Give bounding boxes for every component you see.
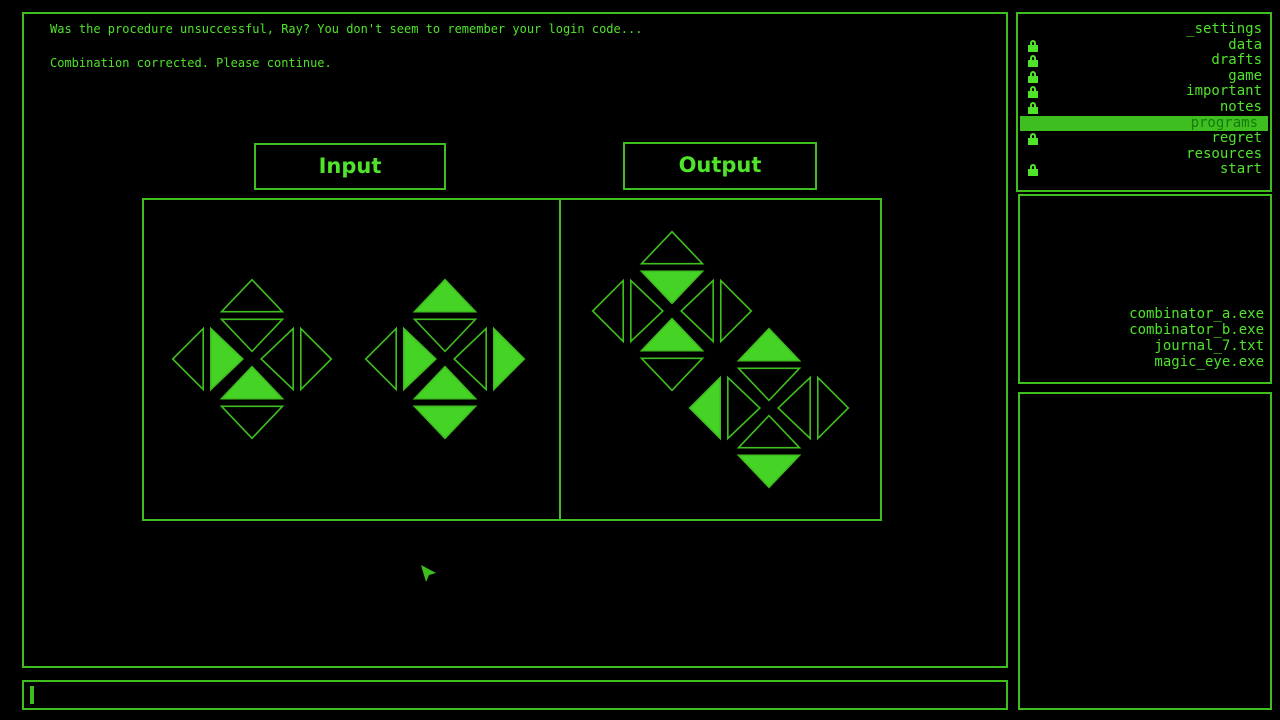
- directory-resources[interactable]: resources: [1186, 146, 1262, 163]
- puzzle-triangle: [719, 278, 753, 344]
- directory-programs[interactable]: programs: [1020, 115, 1268, 132]
- lock-icon: [1028, 70, 1038, 83]
- puzzle-triangle: [816, 375, 850, 441]
- file-list-panel: combinator_a.exe combinator_b.exe journal_…: [1018, 194, 1272, 384]
- file-combinator-a-exe[interactable]: combinator_a.exe: [1129, 306, 1264, 322]
- text-caret: [30, 686, 34, 704]
- puzzle-triangle: [492, 326, 526, 392]
- puzzle-triangle: [219, 278, 285, 313]
- puzzle-triangle: [364, 326, 398, 392]
- command-input[interactable]: [22, 680, 1008, 710]
- lock-icon: [1028, 86, 1038, 99]
- directory-panel: _settings data drafts game important notes pro…: [1016, 12, 1272, 192]
- puzzle-triangle: [299, 326, 333, 392]
- file-journal-7-txt[interactable]: journal_7.txt: [1154, 338, 1264, 354]
- puzzle-triangle: [412, 278, 478, 313]
- directory-notes[interactable]: notes: [1220, 99, 1262, 116]
- puzzle-triangle: [639, 230, 705, 265]
- mouse-pointer-icon: [421, 565, 436, 582]
- lock-icon: [1028, 133, 1038, 146]
- file-magic-eye-exe[interactable]: magic_eye.exe: [1154, 354, 1264, 370]
- preview-panel: [1018, 392, 1272, 710]
- file-combinator-b-exe[interactable]: combinator_b.exe: [1129, 322, 1264, 338]
- puzzle-triangle: [736, 327, 802, 362]
- directory-regret[interactable]: regret: [1211, 131, 1262, 147]
- lock-icon: [1028, 164, 1038, 177]
- lock-icon: [1028, 102, 1038, 114]
- puzzle-triangle: [591, 278, 625, 344]
- puzzle-triangle: [171, 326, 204, 392]
- puzzle-triangle: [736, 454, 802, 489]
- puzzle-triangle: [639, 357, 705, 392]
- puzzle-triangle: [219, 405, 285, 440]
- directory-game[interactable]: game: [1228, 68, 1262, 85]
- directory-settings[interactable]: _settings: [1186, 21, 1262, 38]
- directory-drafts[interactable]: drafts: [1211, 53, 1262, 69]
- puzzle-triangle: [412, 405, 478, 440]
- lock-icon: [1028, 55, 1038, 68]
- directory-start[interactable]: start: [1220, 162, 1262, 178]
- directory-important[interactable]: important: [1186, 84, 1262, 100]
- puzzle-triangle: [688, 375, 722, 441]
- directory-data[interactable]: data: [1228, 37, 1262, 54]
- lock-icon: [1028, 39, 1038, 52]
